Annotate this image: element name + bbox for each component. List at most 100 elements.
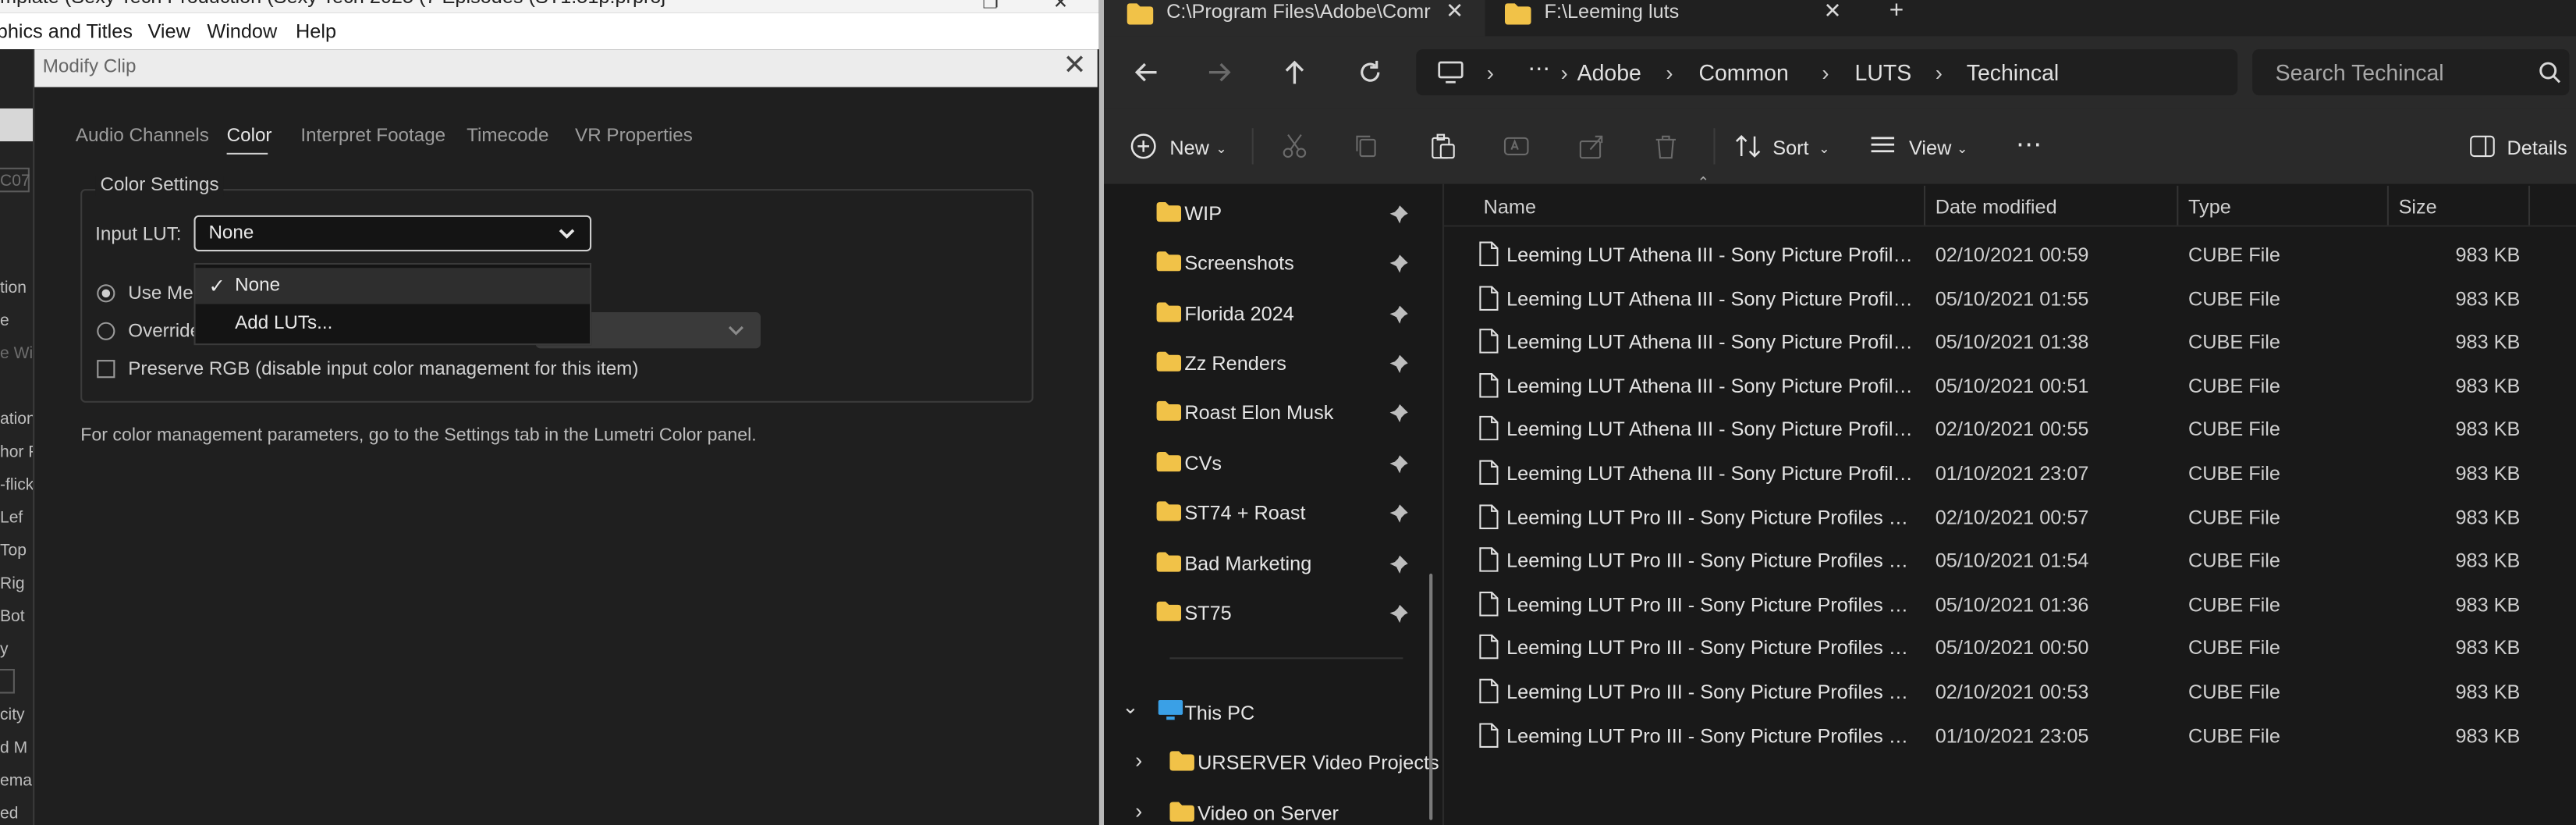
column-separator[interactable] — [2386, 185, 2389, 226]
menu-view[interactable]: View — [148, 20, 190, 42]
file-size: 983 KB — [2455, 680, 2521, 704]
up-arrow-icon[interactable] — [1279, 58, 1309, 87]
restore-icon[interactable]: ❐ — [982, 0, 999, 13]
tab-vr-properties[interactable]: VR Properties — [575, 126, 693, 146]
use-media-radio[interactable] — [97, 284, 115, 303]
file-row[interactable]: Leeming LUT Athena III - Sony Picture Pr… — [1444, 276, 2576, 318]
nav-item-zz-renders[interactable]: Zz Renders — [1104, 339, 1425, 382]
breadcrumb-common[interactable]: Common — [1698, 61, 1788, 86]
file-row[interactable]: Leeming LUT Pro III - Sony Picture Profi… — [1444, 581, 2576, 624]
file-row[interactable]: Leeming LUT Athena III - Sony Picture Pr… — [1444, 232, 2576, 275]
nav-item-wip[interactable]: WIP — [1104, 189, 1425, 232]
close-window-icon[interactable]: ✕ — [1053, 0, 1068, 13]
nav-item-label: ST74 + Roast — [1184, 501, 1306, 525]
folder-icon — [1156, 501, 1182, 521]
explorer-tab-leeming-luts[interactable]: F:\Leeming luts ✕ — [1492, 0, 1882, 36]
new-tab-icon[interactable]: + — [1889, 0, 1904, 25]
close-tab-icon[interactable]: ✕ — [1446, 0, 1464, 25]
nav-item-roast-elon-musk[interactable]: Roast Elon Musk — [1104, 388, 1425, 431]
new-plus-icon — [1130, 133, 1156, 159]
tab-timecode[interactable]: Timecode — [467, 126, 548, 146]
preserve-rgb-checkbox[interactable] — [97, 360, 115, 379]
column-header-type[interactable]: Type — [2188, 196, 2231, 219]
clip-label: C07 — [0, 172, 30, 191]
file-row[interactable]: Leeming LUT Pro III - Sony Picture Profi… — [1444, 625, 2576, 668]
cut-icon[interactable] — [1282, 133, 1308, 160]
share-icon[interactable] — [1579, 133, 1606, 160]
column-header-date-modified[interactable]: Date modified — [1936, 196, 2057, 219]
dialog-close-icon[interactable]: ✕ — [1063, 51, 1086, 79]
more-crumbs-icon[interactable]: ⋯ — [1528, 56, 1549, 83]
nav-item-st74-roast[interactable]: ST74 + Roast — [1104, 488, 1425, 531]
file-name: Leeming LUT Athena III - Sony Picture Pr… — [1506, 374, 1914, 398]
tab-audio-channels[interactable]: Audio Channels — [76, 126, 209, 146]
back-arrow-icon[interactable] — [1132, 58, 1162, 87]
search-input[interactable]: Search Techincal — [2252, 49, 2570, 96]
sort-button[interactable]: Sort — [1772, 137, 1808, 159]
file-row[interactable]: Leeming LUT Pro III - Sony Picture Profi… — [1444, 713, 2576, 756]
lut-menu-item-add-luts[interactable]: Add LUTs... — [196, 306, 590, 342]
file-row[interactable]: Leeming LUT Athena III - Sony Picture Pr… — [1444, 319, 2576, 362]
file-row[interactable]: Leeming LUT Pro III - Sony Picture Profi… — [1444, 669, 2576, 712]
tab-label: F:\Leeming luts — [1544, 0, 1680, 23]
refresh-icon[interactable] — [1355, 58, 1385, 87]
panel-checkbox[interactable] — [0, 668, 15, 694]
close-tab-icon[interactable]: ✕ — [1824, 0, 1842, 25]
menu-graphics-and-titles[interactable]: phics and Titles — [0, 20, 133, 42]
nav-item-label: Florida 2024 — [1184, 302, 1294, 325]
header-divider — [1444, 225, 2576, 227]
file-row[interactable]: Leeming LUT Pro III - Sony Picture Profi… — [1444, 538, 2576, 581]
nav-item-urserver-video-projects[interactable]: › URSERVER Video Projects — [1104, 738, 1439, 781]
nav-item-label: Bad Marketing — [1184, 552, 1312, 575]
input-lut-dropdown[interactable]: None — [193, 215, 592, 252]
delete-icon[interactable] — [1653, 133, 1680, 160]
override-radio[interactable] — [97, 322, 115, 340]
column-separator[interactable] — [1923, 185, 1926, 226]
override-label: Override — [128, 322, 201, 342]
file-date-modified: 02/10/2021 00:55 — [1935, 418, 2089, 442]
breadcrumb-techincal[interactable]: Techincal — [1967, 61, 2060, 86]
rename-icon[interactable] — [1503, 133, 1530, 160]
file-row[interactable]: Leeming LUT Athena III - Sony Picture Pr… — [1444, 407, 2576, 450]
chevron-right-icon: › — [1135, 798, 1143, 823]
file-row[interactable]: Leeming LUT Athena III - Sony Picture Pr… — [1444, 363, 2576, 406]
breadcrumb-luts[interactable]: LUTS — [1855, 61, 1912, 86]
column-separator[interactable] — [2177, 185, 2179, 226]
nav-item-this-pc[interactable]: ⌄ This PC — [1104, 688, 1425, 731]
new-button[interactable]: New — [1169, 137, 1209, 159]
breadcrumb[interactable]: › ⋯ › Adobe › Common › LUTS › Techincal — [1416, 49, 2238, 96]
file-row[interactable]: Leeming LUT Pro III - Sony Picture Profi… — [1444, 494, 2576, 537]
nav-item-label: CVs — [1184, 452, 1222, 475]
nav-item-florida-2024[interactable]: Florida 2024 — [1104, 290, 1425, 332]
breadcrumb-adobe[interactable]: Adobe — [1577, 61, 1641, 86]
more-options-icon[interactable]: ⋯ — [2016, 128, 2042, 161]
forward-arrow-icon[interactable] — [1205, 58, 1234, 87]
nav-item-cvs[interactable]: CVs — [1104, 439, 1425, 482]
panel-text: Top — [0, 542, 27, 561]
copy-icon[interactable] — [1354, 133, 1380, 160]
file-row[interactable]: Leeming LUT Athena III - Sony Picture Pr… — [1444, 450, 2576, 493]
pin-icon — [1389, 254, 1408, 273]
tab-color[interactable]: Color — [227, 126, 272, 146]
column-header-name[interactable]: Name — [1484, 196, 1536, 219]
nav-item-video-on-server[interactable]: › Video on Server — [1104, 789, 1425, 825]
details-button[interactable]: Details — [2507, 137, 2567, 159]
lut-menu-item-none[interactable]: ✓ None — [195, 268, 591, 304]
nav-scrollbar[interactable] — [1429, 573, 1433, 820]
project-title: mplate (Sexy Tech Production (Sexy Tech … — [0, 0, 665, 9]
menu-help[interactable]: Help — [296, 20, 336, 42]
file-date-modified: 05/10/2021 00:51 — [1935, 374, 2089, 398]
nav-item-screenshots[interactable]: Screenshots — [1104, 238, 1425, 281]
menu-window[interactable]: Window — [207, 20, 277, 42]
pin-icon — [1389, 555, 1408, 574]
column-separator[interactable] — [2528, 185, 2531, 226]
panel-text: e Wi — [0, 345, 34, 364]
nav-item-bad-marketing[interactable]: Bad Marketing — [1104, 539, 1425, 582]
view-button[interactable]: View — [1909, 137, 1951, 159]
column-header-size[interactable]: Size — [2399, 196, 2437, 219]
paste-icon[interactable] — [1429, 133, 1456, 160]
explorer-tab-program-files[interactable]: C:\Program Files\Adobe\Comr ✕ — [1104, 0, 1485, 37]
file-name: Leeming LUT Athena III - Sony Picture Pr… — [1506, 243, 1914, 267]
nav-item-st75[interactable]: ST75 — [1104, 589, 1425, 631]
tab-interpret-footage[interactable]: Interpret Footage — [300, 126, 445, 146]
